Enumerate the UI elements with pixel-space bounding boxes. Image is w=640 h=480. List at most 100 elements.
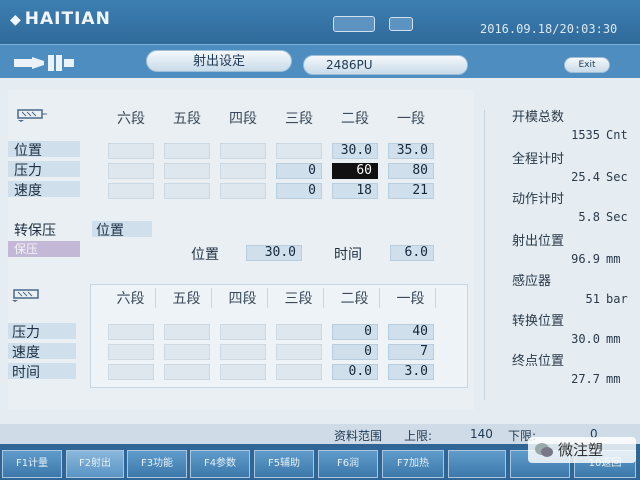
status-number: 5.8: [578, 210, 600, 224]
status-value: 5.8 Sec: [578, 210, 630, 224]
injection-stage-header: 五段: [173, 111, 201, 127]
range-upper-label: 上限:: [404, 429, 433, 443]
hold-cell[interactable]: 0: [332, 324, 378, 340]
status-label: 射出位置: [512, 234, 565, 249]
logo-diamond-icon: ◆: [10, 12, 22, 28]
injection-stage-header: 四段: [229, 111, 257, 127]
hold-stage-header: 一段: [386, 288, 436, 308]
injection-cell[interactable]: [108, 163, 154, 179]
transfer-position-label: 位置: [191, 247, 219, 263]
range-upper-value: 140: [470, 427, 493, 441]
injection-cell[interactable]: 35.0: [388, 143, 434, 159]
injection-cell[interactable]: [108, 183, 154, 199]
alarm-indicator[interactable]: [333, 16, 375, 32]
status-value: 25.4 Sec: [571, 170, 630, 184]
injection-stage-header: 六段: [117, 111, 145, 127]
hold-stage-header: 四段: [218, 288, 268, 308]
status-indicator[interactable]: [389, 17, 413, 31]
hold-cell[interactable]: [276, 344, 322, 360]
transfer-mode[interactable]: 位置: [96, 220, 124, 240]
screen: ◆ HAITIAN 2016.09.18/20:03:30 射出设定 2486PU…: [0, 0, 640, 480]
transfer-label: 转保压: [14, 223, 56, 239]
injection-cell[interactable]: [108, 143, 154, 159]
exit-button[interactable]: Exit: [564, 57, 610, 73]
status-unit: Sec: [606, 170, 628, 184]
brand-logo: ◆ HAITIAN: [10, 9, 111, 29]
mold-name[interactable]: 2486PU: [303, 55, 468, 75]
hold-cell[interactable]: [220, 364, 266, 380]
injection-cell[interactable]: 30.0: [332, 143, 378, 159]
row-label-position: 位置: [14, 143, 42, 159]
status-label: 转换位置: [512, 314, 565, 329]
hold-time-label: 时间: [334, 247, 362, 263]
status-value: 30.0 mm: [571, 332, 630, 346]
injection-icon: [17, 109, 47, 122]
hold-stage-header: 二段: [330, 288, 380, 308]
status-value: 96.9 mm: [571, 252, 630, 266]
injection-cell[interactable]: [164, 163, 210, 179]
function-key-8[interactable]: [448, 450, 506, 478]
status-label: 开模总数: [512, 110, 565, 125]
injection-cell[interactable]: 21: [388, 183, 434, 199]
status-label: 全程计时: [512, 152, 565, 167]
function-key-6[interactable]: F6润: [318, 450, 378, 478]
function-key-2[interactable]: F2射出: [66, 450, 124, 478]
hold-cell[interactable]: [108, 364, 154, 380]
injection-stage-header: 二段: [341, 111, 369, 127]
hold-cell[interactable]: [220, 324, 266, 340]
hold-cell[interactable]: [220, 344, 266, 360]
page-title: 射出设定: [146, 50, 292, 72]
injection-cell[interactable]: [220, 163, 266, 179]
injection-cell[interactable]: 80: [388, 163, 434, 179]
hold-stage-header: 三段: [274, 288, 324, 308]
injection-cell[interactable]: 0: [276, 163, 322, 179]
hold-cell[interactable]: 7: [388, 344, 434, 360]
status-value: 1535 Cnt: [571, 128, 630, 142]
injection-cell-selected[interactable]: 60: [332, 163, 378, 179]
status-number: 1535: [571, 128, 600, 142]
injection-cell[interactable]: [164, 183, 210, 199]
status-unit: mm: [606, 332, 621, 346]
function-key-7[interactable]: F7加热: [382, 450, 444, 478]
hold-cell[interactable]: [276, 364, 322, 380]
range-label: 资料范围: [334, 429, 383, 443]
hold-row-label-speed: 速度: [12, 345, 40, 361]
hold-cell[interactable]: [164, 364, 210, 380]
function-key-5[interactable]: F5辅助: [254, 450, 314, 478]
injection-cell[interactable]: 0: [276, 183, 322, 199]
hold-cell[interactable]: 40: [388, 324, 434, 340]
injection-cell[interactable]: [276, 143, 322, 159]
status-panel: 开模总数 1535 Cnt 全程计时 25.4 Sec 动作计时 5.8 Sec 射出位置 96.9…: [484, 98, 634, 398]
hold-cell[interactable]: [108, 324, 154, 340]
hold-cell[interactable]: [164, 344, 210, 360]
hold-cell[interactable]: 0.0: [332, 364, 378, 380]
row-label-pressure: 压力: [14, 163, 42, 179]
function-key-3[interactable]: F3功能: [127, 450, 187, 478]
status-label: 感应器: [512, 274, 552, 289]
top-bar: ◆ HAITIAN 2016.09.18/20:03:30: [0, 0, 640, 44]
hold-cell[interactable]: 0: [332, 344, 378, 360]
status-unit: mm: [606, 252, 621, 266]
hold-sub-label: 保压: [14, 242, 39, 256]
transfer-position-value[interactable]: 30.0: [246, 245, 302, 261]
injection-cell[interactable]: [220, 183, 266, 199]
hold-time-value[interactable]: 6.0: [390, 245, 434, 261]
injection-cell[interactable]: 18: [332, 183, 378, 199]
sub-header: 射出设定 2486PU Exit: [0, 44, 640, 78]
status-unit: mm: [606, 372, 621, 386]
status-unit: Sec: [606, 210, 628, 224]
hold-cell[interactable]: [108, 344, 154, 360]
hold-row-label-time: 时间: [12, 365, 40, 381]
function-key-4[interactable]: F4参数: [190, 450, 250, 478]
function-key-1[interactable]: F1计量: [2, 450, 62, 478]
status-number: 96.9: [571, 252, 600, 266]
watermark: 微注塑: [528, 437, 636, 463]
injection-cell[interactable]: [164, 143, 210, 159]
hold-pressure-icon: [12, 289, 39, 302]
hold-cell[interactable]: 3.0: [388, 364, 434, 380]
hold-cell[interactable]: [276, 324, 322, 340]
hold-cell[interactable]: [164, 324, 210, 340]
injection-cell[interactable]: [220, 143, 266, 159]
row-label-speed: 速度: [14, 183, 42, 199]
status-unit: Cnt: [606, 128, 628, 142]
